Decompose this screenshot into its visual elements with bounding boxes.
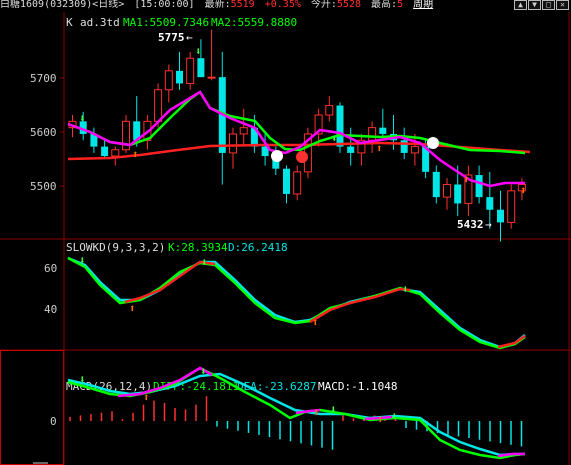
kd-title: SLOWKD(9,3,3,2)	[66, 241, 165, 254]
sad-face-icon	[271, 150, 283, 162]
ma2-value: MA2:5559.8880	[211, 16, 297, 29]
candle-body	[368, 127, 377, 141]
candle-body	[507, 190, 516, 223]
sell-arrow-icon: ⬇	[200, 365, 207, 378]
candle-body	[111, 149, 120, 157]
k-label: K	[66, 16, 73, 29]
kd-k-value: K:28.3934	[168, 241, 228, 254]
candle-body	[207, 76, 216, 79]
y-tick-label: 40	[44, 303, 57, 316]
candle-body	[186, 57, 195, 84]
sell-arrow-icon: ⬇	[201, 256, 208, 269]
buy-arrow-icon: ⬆	[312, 316, 319, 329]
buy-arrow-icon: ⬆	[132, 148, 139, 161]
buy-arrow-icon: ⬆	[520, 184, 527, 197]
chart-canvas[interactable]: 5700 5600 5500 60 40 0 K ad.3td MA1:5509…	[0, 0, 571, 465]
sell-arrow-icon: ⬇	[79, 112, 86, 125]
kd-d-line	[67, 256, 526, 349]
sell-arrow-icon: ⬇	[79, 373, 86, 386]
y-tick-label: 5500	[30, 180, 57, 193]
buy-arrow-icon: ⬆	[129, 302, 136, 315]
macd-macd-value: MACD:-1.1048	[318, 380, 397, 393]
candle-body	[400, 140, 408, 153]
candle-body	[443, 183, 451, 198]
candle-body	[176, 70, 183, 84]
sell-arrow-icon: ⬇	[330, 403, 337, 416]
kd-k-line	[67, 256, 526, 350]
main-panel-header: K ad.3td MA1:5509.7346 MA2:5559.8880	[66, 16, 297, 29]
candle-body	[239, 127, 248, 135]
y-tick-label: 60	[44, 262, 57, 275]
buy-arrow-icon: ⬆	[377, 413, 384, 426]
kd-d-value: D:26.2418	[228, 241, 288, 254]
candle-body	[229, 133, 237, 154]
candle-body	[475, 175, 483, 198]
buy-arrow-icon: ⬆	[376, 142, 383, 155]
macd-y-axis: 0	[50, 415, 57, 428]
candle-body	[293, 171, 302, 195]
candle-body	[101, 146, 109, 157]
sell-arrow-icon: ⬇	[195, 45, 202, 58]
candle-body	[164, 70, 173, 91]
sell-arrow-icon: ⬇	[402, 283, 409, 296]
buy-arrow-icon: ⬆	[313, 406, 320, 419]
buy-arrow-icon: ⬆	[143, 391, 150, 404]
candle-body	[154, 89, 163, 122]
sad-face-icon	[427, 137, 439, 149]
y-tick-label: 0	[50, 415, 57, 428]
candle-body	[347, 146, 355, 153]
arrow-icon: ←	[186, 31, 193, 44]
happy-face-icon	[296, 151, 308, 163]
sell-arrow-icon: ⬇	[79, 254, 86, 267]
candle-body	[283, 168, 290, 194]
kd-overlay-line	[309, 287, 411, 324]
candle-body	[497, 209, 504, 223]
candle-body	[432, 171, 440, 198]
candle-body	[486, 197, 494, 210]
y-tick-label: 5600	[30, 126, 57, 139]
candle-body	[454, 184, 462, 204]
candle-body	[379, 127, 387, 134]
main-y-axis: 5700 5600 5500	[30, 72, 64, 193]
sell-arrow-icon: ⬇	[331, 132, 338, 145]
candle-body	[197, 58, 205, 78]
buy-arrow-icon: ⬆	[463, 173, 470, 186]
kd-y-axis: 60 40	[44, 262, 57, 316]
high-price-label: 5775	[158, 31, 185, 44]
candle-body	[410, 146, 419, 154]
arrow-icon: →	[485, 218, 492, 231]
sell-arrow-icon: ⬇	[391, 410, 398, 423]
candlestick-series	[68, 29, 526, 242]
candle-body	[325, 105, 334, 116]
ma1-value: MA1:5509.7346	[123, 16, 209, 29]
y-tick-label: 5700	[30, 72, 57, 85]
macd-axis-box	[0, 350, 64, 465]
indicator-label: ad.3td	[80, 16, 120, 29]
low-price-label: 5432	[457, 218, 484, 231]
macd-histogram	[69, 396, 523, 450]
kd-panel-header: SLOWKD(9,3,3,2) K:28.3934 D:26.2418	[66, 241, 288, 254]
